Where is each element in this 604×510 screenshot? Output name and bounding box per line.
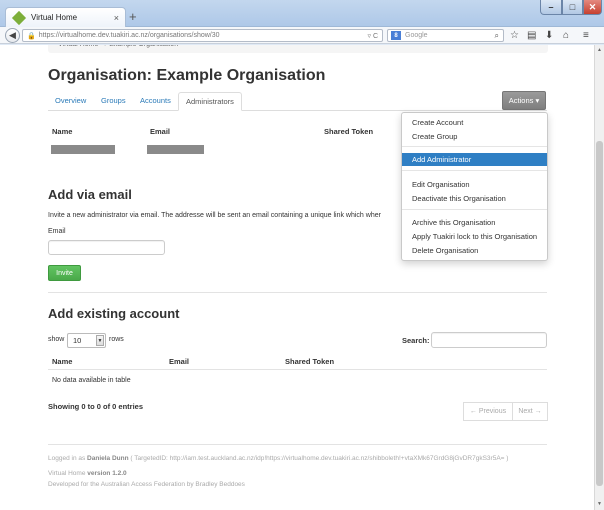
search-engine-icon[interactable]: 8 [391, 31, 401, 40]
add-via-email-description: Invite a new administrator via email. Th… [48, 212, 381, 219]
admin-col-name: Name [52, 127, 73, 136]
logged-in-user[interactable]: Daniela Dunn [87, 455, 129, 462]
scrollbar-thumb[interactable] [596, 141, 603, 486]
menu-item-deactivate-organisation[interactable]: Deactivate this Organisation [402, 192, 547, 205]
tab-accounts[interactable]: Accounts [133, 92, 178, 111]
breadcrumb: Virtual Home → Example Organisation [48, 45, 548, 53]
menu-item-apply-tuakiri-lock[interactable]: Apply Tuakiri lock to this Organisation [402, 230, 547, 243]
menu-divider [402, 170, 547, 171]
search-bar[interactable]: 8 Google ⌕ [387, 29, 504, 42]
url-text: https://virtualhome.dev.tuakiri.ac.nz/or… [38, 32, 220, 39]
tab-close-icon[interactable]: × [114, 13, 119, 23]
email-label: Email [48, 228, 66, 235]
existing-col-name[interactable]: Name [52, 357, 72, 366]
app-version: version 1.2.0 [87, 470, 127, 477]
menu-icon[interactable]: ≡ [583, 30, 589, 41]
scroll-down-icon[interactable]: ▼ [597, 501, 602, 507]
scroll-up-icon[interactable]: ▲ [597, 47, 602, 53]
back-button[interactable]: ◀ [5, 28, 20, 43]
tab-title: Virtual Home [31, 13, 78, 22]
new-tab-button[interactable]: + [129, 9, 137, 24]
menu-item-create-account[interactable]: Create Account [402, 116, 547, 129]
table-info: Showing 0 to 0 of 0 entries [48, 402, 144, 411]
logged-in-prefix: Logged in as [48, 455, 86, 462]
existing-col-email[interactable]: Email [169, 357, 189, 366]
site-favicon-icon [11, 10, 27, 25]
search-icon[interactable]: ⌕ [495, 31, 499, 41]
footer-version: Virtual Home version 1.2.0 [48, 470, 127, 477]
url-bar[interactable]: 🔒 https://virtualhome.dev.tuakiri.ac.nz/… [22, 29, 383, 42]
search-input[interactable] [431, 332, 547, 348]
page-title: Organisation: Example Organisation [48, 67, 326, 84]
reading-list-icon[interactable]: ▤ [527, 30, 536, 41]
add-via-email-title: Add via email [48, 187, 132, 202]
admin-col-token: Shared Token [324, 127, 374, 136]
targeted-id: ( TargetedID: http://iam.test.auckland.a… [130, 455, 509, 462]
menu-divider [402, 146, 547, 147]
bookmark-star-icon[interactable]: ☆ [510, 30, 519, 41]
redacted-admin-name [51, 145, 115, 154]
app-name: Virtual Home [48, 470, 86, 477]
footer-logged-in: Logged in as Daniela Dunn ( TargetedID: … [48, 455, 508, 462]
footer-developed-by: Developed for the Australian Access Fede… [48, 481, 245, 488]
browser-titlebar: Virtual Home × + – □ ✕ [0, 0, 604, 27]
footer-divider [48, 444, 547, 445]
back-arrow-icon: ◀ [9, 30, 16, 40]
empty-table-message: No data available in table [52, 377, 131, 384]
menu-item-add-administrator[interactable]: Add Administrator [402, 153, 547, 166]
actions-dropdown-button[interactable]: Actions ▾ [502, 91, 546, 110]
table-header-divider [48, 369, 547, 370]
redacted-admin-email [147, 145, 204, 154]
menu-item-archive-organisation[interactable]: Archive this Organisation [402, 216, 547, 229]
previous-page-button[interactable]: ← Previous [463, 402, 513, 421]
existing-col-token[interactable]: Shared Token [285, 357, 334, 366]
invite-button[interactable]: Invite [48, 265, 81, 281]
home-icon[interactable]: ⌂ [563, 30, 569, 41]
window-maximize-button[interactable]: □ [562, 0, 583, 15]
show-label: show [48, 336, 65, 343]
page-scrollbar[interactable]: ▲ ▼ [594, 45, 604, 510]
rows-per-page-value: 10 [73, 336, 82, 345]
browser-navbar: ◀ 🔒 https://virtualhome.dev.tuakiri.ac.n… [0, 27, 604, 44]
search-placeholder: Google [405, 32, 428, 39]
menu-divider [402, 209, 547, 210]
add-existing-title: Add existing account [48, 306, 180, 321]
tab-administrators[interactable]: Administrators [178, 92, 242, 111]
rows-per-page-select[interactable]: 10 ▼ [67, 333, 106, 348]
search-label: Search: [402, 336, 430, 345]
window-close-button[interactable]: ✕ [583, 0, 602, 15]
reload-icon[interactable]: ▿ C [367, 32, 378, 40]
chevron-down-icon: ▼ [96, 335, 104, 346]
actions-dropdown-menu: Create Account Create Group Add Administ… [401, 112, 548, 261]
download-icon[interactable]: ⬇ [545, 30, 553, 41]
next-page-button[interactable]: Next → [512, 402, 548, 421]
window-minimize-button[interactable]: – [540, 0, 562, 15]
tab-groups[interactable]: Groups [94, 92, 133, 111]
menu-item-delete-organisation[interactable]: Delete Organisation [402, 244, 547, 257]
admin-col-email: Email [150, 127, 171, 136]
tab-overview[interactable]: Overview [48, 92, 93, 111]
org-tabs: Overview Groups Accounts Administrators [48, 92, 547, 111]
email-field[interactable] [48, 240, 165, 255]
rows-label: rows [109, 336, 124, 343]
browser-tab[interactable]: Virtual Home × [5, 7, 126, 27]
page-viewport: Virtual Home → Example Organisation Orga… [0, 45, 594, 510]
lock-icon: 🔒 [27, 32, 36, 40]
menu-item-create-group[interactable]: Create Group [402, 130, 547, 143]
menu-item-edit-organisation[interactable]: Edit Organisation [402, 178, 547, 191]
section-divider [48, 292, 547, 293]
